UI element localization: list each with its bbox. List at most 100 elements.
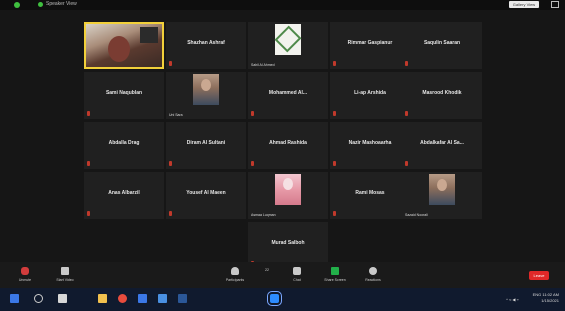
participants-count: 22 [254,264,280,286]
participant-tile[interactable]: Masrood Khodik [402,72,482,119]
muted-mic-icon [87,211,90,216]
participant-tile[interactable]: Sazaid Noorali [402,172,482,219]
participant-name: Shazhan Ashraf [187,40,225,46]
participant-label: Uni Sara [169,113,183,117]
participant-tile[interactable]: Anas Albarzil [84,172,164,219]
participant-tile[interactable] [84,22,164,69]
participant-tile[interactable]: Rami Mosas [330,172,410,219]
window-title: Speaker View [46,1,77,7]
profile-picture [429,174,455,205]
participants-count-text: 22 [265,268,269,272]
participant-name: Li-ap Arshida [354,90,386,96]
search-icon[interactable] [34,294,43,303]
reactions-button[interactable]: Reactions [360,264,386,286]
windows-taskbar: ^ ≈ ◀ ⌁ ENG 11:02 AM 1/15/2021 [0,288,565,311]
muted-mic-icon [405,61,408,66]
participant-name: Diram Al Sultani [186,140,226,146]
muted-mic-icon [169,61,172,66]
fullscreen-icon[interactable] [551,1,559,8]
muted-mic-icon [251,111,254,116]
participant-name: Mohammed Al... [268,90,308,96]
participant-tile[interactable]: Yousef Al Maeen [166,172,246,219]
participant-tile[interactable]: Sami Naqublan [84,72,164,119]
muted-mic-icon [169,211,172,216]
participant-name: Ahmad Rashida [269,140,307,146]
muted-mic-icon [251,161,254,166]
participant-name: Masrood Khodik [422,90,462,96]
chat-label: Chat [293,278,301,282]
windows-start-icon[interactable] [10,294,19,303]
profile-picture [274,24,302,55]
video-button[interactable]: Start Video [52,264,78,286]
taskbar-date: 1/15/2021 [541,298,559,303]
participant-tile[interactable]: Saqulin Saaran [402,22,482,69]
muted-mic-icon [333,111,336,116]
participant-tile[interactable]: Shazhan Ashraf [166,22,246,69]
participant-tile[interactable]: Diram Al Sultani [166,122,246,169]
word-icon[interactable] [178,294,187,303]
participant-label: Sazaid Noorali [405,213,428,217]
zoom-icon[interactable] [267,291,282,306]
mail-icon[interactable] [158,294,167,303]
reactions-icon [369,267,377,275]
muted-mic-icon [169,161,172,166]
reactions-label: Reactions [365,278,381,282]
participant-name: Sami Naqublan [105,90,143,96]
taskbar-time: 11:02 AM [542,292,559,297]
mute-button[interactable]: Unmute [12,264,38,286]
participant-name: Saqulin Saaran [423,40,461,46]
participant-tile[interactable]: Rimmar Gaspianur [330,22,410,69]
participant-tile[interactable]: Asmaa Luqman [248,172,328,219]
profile-picture [193,74,219,105]
muted-mic-icon [333,211,336,216]
mute-label: Unmute [18,278,32,282]
taskbar-lang: ENG [532,292,542,297]
participant-tile[interactable]: Sahil Al Ahmed [248,22,328,69]
video-camera-icon [61,267,69,275]
participants-label: Participants [225,278,245,282]
meeting-toolbar: Unmute Start Video Participants 22 Chat … [0,262,565,288]
muted-mic-icon [87,111,90,116]
gallery-view-button[interactable]: Gallery View [509,1,539,8]
muted-mic-icon [405,161,408,166]
participant-name: Abdalla Drag [108,140,140,146]
participant-video [86,24,162,67]
shield-icon[interactable] [38,2,43,7]
participant-tile[interactable]: Ahmad Rashida [248,122,328,169]
chat-button[interactable]: Chat [284,264,310,286]
participant-tile[interactable]: Abdalla Drag [84,122,164,169]
muted-mic-icon [333,61,336,66]
system-tray[interactable]: ^ ≈ ◀ ⌁ [506,297,519,302]
profile-picture [275,174,301,205]
store-icon[interactable] [138,294,147,303]
leave-button[interactable]: Leave [529,271,549,280]
file-explorer-icon[interactable] [98,294,107,303]
muted-mic-icon [21,267,29,275]
muted-mic-icon [405,111,408,116]
security-icon[interactable] [14,2,20,8]
participant-label: Sahil Al Ahmed [251,63,275,67]
participant-label: Asmaa Luqman [251,213,276,217]
share-screen-label: Share Screen [324,278,346,282]
task-view-icon[interactable] [58,294,67,303]
participant-tile[interactable]: Uni Sara [166,72,246,119]
participant-name: Murad Salboh [271,240,305,246]
participant-name: Anas Albarzil [108,190,140,196]
participant-tile[interactable]: Mohammed Al... [248,72,328,119]
participants-icon [231,267,239,275]
participant-tile[interactable]: Abdalkafar Al Sa... [402,122,482,169]
video-gallery: Shazhan Ashraf Sahil Al Ahmed Rimmar Gas… [0,10,565,269]
video-label: Start Video [56,278,74,282]
share-screen-icon [331,267,339,275]
window-title-bar: Speaker View Gallery View [0,0,565,10]
participant-name: Abdalkafar Al Sa... [420,140,464,146]
participant-name: Rami Mosas [355,190,385,196]
participant-tile[interactable]: Li-ap Arshida [330,72,410,119]
participants-button[interactable]: Participants [222,264,248,286]
share-screen-button[interactable]: Share Screen [322,264,348,286]
chrome-icon[interactable] [118,294,127,303]
participant-tile[interactable]: Nazir Mashoaarha [330,122,410,169]
participant-name: Nazir Mashoaarha [348,140,392,146]
clock[interactable]: ENG 11:02 AM 1/15/2021 [533,292,559,304]
chat-icon [293,267,301,275]
